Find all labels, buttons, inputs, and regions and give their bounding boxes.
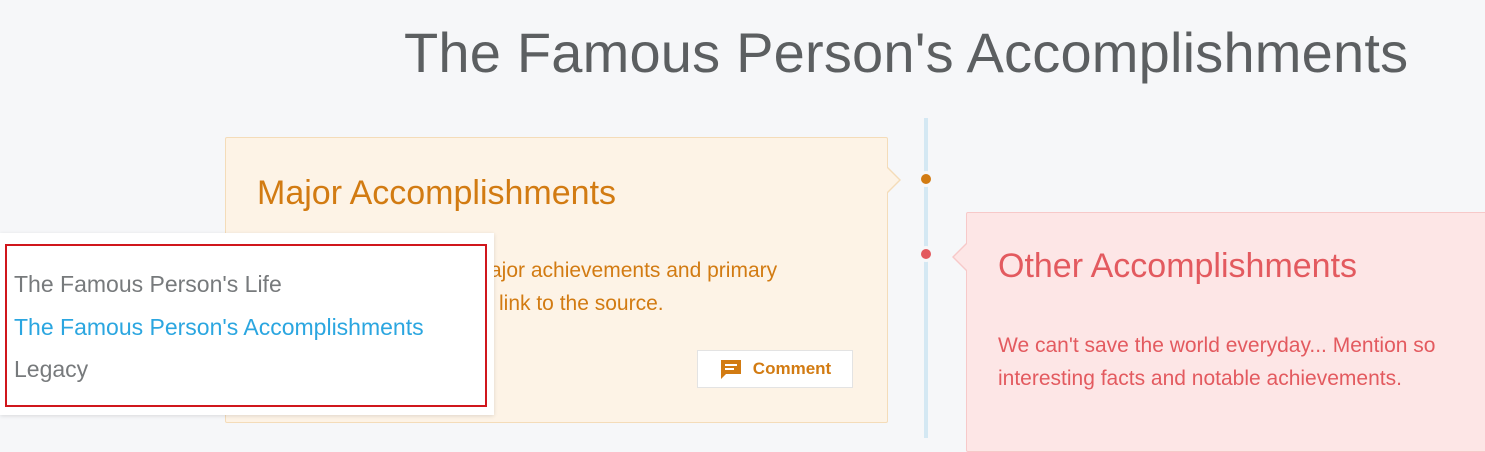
other-card-body: We can't save the world everyday... Ment… [998,329,1485,395]
card-pointer [952,243,967,271]
comment-icon [720,360,741,379]
timeline-line [924,118,928,438]
section-nav-popup: The Famous Person's Life The Famous Pers… [0,233,494,415]
major-card-title: Major Accomplishments [257,174,617,212]
nav-item-life[interactable]: The Famous Person's Life [14,271,282,298]
other-card-body-line-2: interesting facts and notable achievemen… [998,367,1402,390]
nav-item-accomplishments[interactable]: The Famous Person's Accomplishments [14,314,424,341]
card-pointer [886,166,901,194]
other-card-title: Other Accomplishments [998,247,1358,285]
comment-button-label: Comment [752,359,832,378]
nav-item-legacy[interactable]: Legacy [14,356,88,383]
other-accomplishments-card: Other Accomplishments We can't save the … [952,212,1485,452]
other-card-body-line-1: We can't save the world everyday... Ment… [998,334,1436,357]
timeline-dot-major [918,171,934,187]
page-title: The Famous Person's Accomplishments [404,21,1409,84]
comment-button[interactable]: Comment [697,350,853,388]
timeline-dot-other [918,246,934,262]
